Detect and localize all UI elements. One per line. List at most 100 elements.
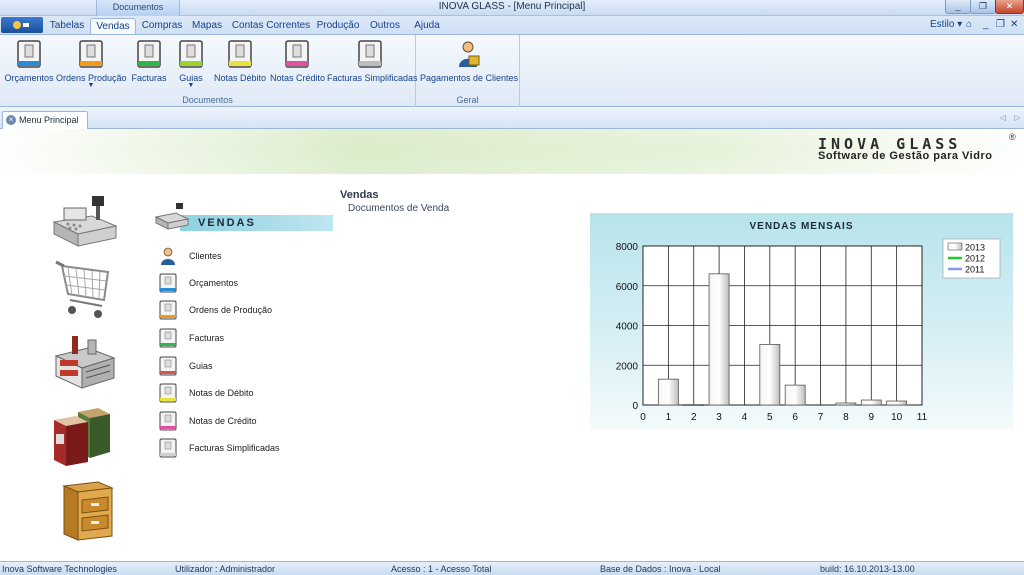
maximize-button[interactable]: ❐ (970, 0, 996, 14)
document-icon (159, 383, 177, 403)
y-tick-label: 0 (632, 401, 638, 412)
tab-tabelas[interactable]: Tabelas (44, 18, 90, 34)
document-icon (159, 438, 177, 458)
bar-2013-6 (784, 384, 806, 406)
ribbon-guias-button[interactable]: Guias ▼ (172, 39, 210, 97)
y-tick-label: 4000 (616, 322, 639, 333)
tab-scroll-arrows[interactable]: ◁ ▷ (1000, 113, 1024, 122)
menu-item-orcamentos[interactable]: Orçamentos (158, 273, 318, 295)
status-database: Base de Dados : Inova - Local (600, 564, 721, 574)
tab-outros[interactable]: Outros (366, 18, 404, 34)
x-tick-label: 7 (818, 412, 824, 423)
tab-menu-principal-label: Menu Principal (19, 115, 79, 125)
legend-label-2012: 2012 (965, 254, 985, 264)
ribbon-group-geral: Pagamentos de Clientes Geral (416, 35, 520, 107)
document-green-icon (137, 40, 161, 68)
close-tab-icon[interactable]: × (6, 115, 16, 125)
close-button[interactable]: ✕ (995, 0, 1024, 14)
tab-ajuda[interactable]: Ajuda (410, 18, 444, 34)
x-tick-label: 11 (917, 412, 928, 423)
y-tick-label: 8000 (616, 242, 639, 253)
legend-label-2011: 2011 (965, 265, 984, 275)
document-blue-icon (17, 40, 41, 68)
mdi-minimize-icon[interactable]: _ (983, 19, 989, 30)
y-tick-label: 2000 (616, 361, 639, 372)
document-orange-icon (79, 40, 103, 68)
ribbon-facturas-button[interactable]: Facturas (129, 39, 169, 97)
document-tab-strip: × Menu Principal ◁ ▷ (0, 107, 1024, 129)
status-bar: Inova Software Technologies Utilizador :… (0, 561, 1024, 575)
status-company: Inova Software Technologies (2, 564, 117, 574)
tab-producao[interactable]: Produção (314, 18, 362, 34)
menu-item-clientes[interactable]: Clientes (158, 246, 318, 268)
minimize-button[interactable]: _ (945, 0, 971, 14)
mdi-restore-icon[interactable]: ❐ (996, 19, 1005, 30)
person-icon (161, 247, 175, 265)
x-tick-label: 9 (868, 412, 874, 423)
status-access: Acesso : 1 - Acesso Total (391, 564, 492, 574)
ribbon-facturas-simplificadas-button[interactable]: Facturas Simplificadas (327, 39, 418, 97)
x-tick-label: 10 (891, 412, 903, 423)
ribbon-pagamentos-clientes-button[interactable]: Pagamentos de Clientes (420, 39, 518, 97)
document-grey-icon (358, 40, 382, 68)
window-title: INOVA GLASS - [Menu Principal] (438, 1, 586, 12)
document-icon (159, 411, 177, 431)
mdi-close-icon[interactable]: ✕ (1010, 19, 1018, 30)
x-tick-label: 8 (843, 412, 849, 423)
product-boxes-icon[interactable] (48, 404, 120, 466)
app-logo-icon (13, 21, 29, 29)
x-tick-label: 6 (792, 412, 798, 423)
ribbon: Orçamentos Ordens Produção ▼ Facturas Gu… (0, 34, 1024, 107)
ribbon-group-label-geral: Geral (456, 95, 479, 105)
x-tick-label: 4 (742, 412, 748, 423)
menu-item-ordens-de-producao[interactable]: Ordens de Produção (158, 300, 318, 322)
status-build: build: 16.10.2013-13.00 (820, 564, 915, 574)
ribbon-notas-credito-button[interactable]: Notas Crédito (270, 39, 325, 97)
menu-item-notas-de-debito[interactable]: Notas de Débito (158, 383, 318, 405)
ribbon-notas-debito-button[interactable]: Notas Débito (214, 39, 266, 97)
factory-icon[interactable] (48, 330, 120, 392)
document-yellow-green-icon (179, 40, 203, 68)
dropdown-arrow-icon[interactable]: ▼ (172, 82, 210, 89)
shopping-cart-icon[interactable] (48, 258, 120, 320)
tab-vendas[interactable]: Vendas (90, 18, 136, 34)
bar-2013-1 (657, 378, 679, 406)
ribbon-group-label-documentos: Documentos (182, 95, 233, 105)
bar-2013-9 (860, 399, 882, 406)
section-title: VENDAS (198, 217, 256, 229)
application-menu-button[interactable] (1, 17, 43, 33)
cash-register-icon[interactable] (48, 188, 120, 250)
ribbon-ordens-producao-button[interactable]: Ordens Produção ▼ (56, 39, 127, 97)
style-menu[interactable]: Estilo ▾ (930, 19, 962, 30)
brand-tagline: Software de Gestão para Vidro (818, 150, 993, 162)
dropdown-arrow-icon[interactable]: ▼ (56, 82, 126, 89)
tab-menu-principal[interactable]: × Menu Principal (2, 111, 88, 129)
document-icon (159, 300, 177, 320)
home-icon[interactable]: ⌂ (966, 19, 972, 30)
ribbon-orcamentos-button[interactable]: Orçamentos (3, 39, 55, 97)
x-tick-label: 2 (691, 412, 697, 423)
file-cabinet-icon[interactable] (48, 480, 120, 542)
breadcrumb-subtitle: Documentos de Venda (348, 203, 450, 214)
tab-mapas[interactable]: Mapas (188, 18, 226, 34)
menu-item-facturas[interactable]: Facturas (158, 328, 318, 350)
document-icon (159, 273, 177, 293)
document-pink-icon (285, 40, 309, 68)
cash-register-small-icon (154, 203, 190, 230)
legend-swatch-2013 (947, 242, 963, 251)
breadcrumb-title: Vendas (340, 189, 379, 201)
x-tick-label: 0 (640, 412, 646, 423)
legend-label-2013: 2013 (965, 243, 985, 253)
menu-item-facturas-simplificadas[interactable]: Facturas Simplificadas (158, 438, 318, 460)
tab-contas-correntes[interactable]: Contas Correntes (230, 18, 312, 34)
x-tick-label: 3 (716, 412, 722, 423)
menu-item-guias[interactable]: Guias (158, 356, 318, 378)
y-tick-label: 6000 (616, 282, 639, 293)
x-tick-label: 1 (666, 412, 672, 423)
tab-compras[interactable]: Compras (138, 18, 186, 34)
document-icon (159, 356, 177, 376)
sales-chart: 0 2000 4000 6000 8000 0 1 2 3 4 5 6 7 8 9 10 11 201320122… (616, 238, 1001, 423)
document-yellow-icon (228, 40, 252, 68)
registered-mark: ® (1009, 132, 1016, 142)
menu-item-notas-de-credito[interactable]: Notas de Crédito (158, 411, 318, 433)
